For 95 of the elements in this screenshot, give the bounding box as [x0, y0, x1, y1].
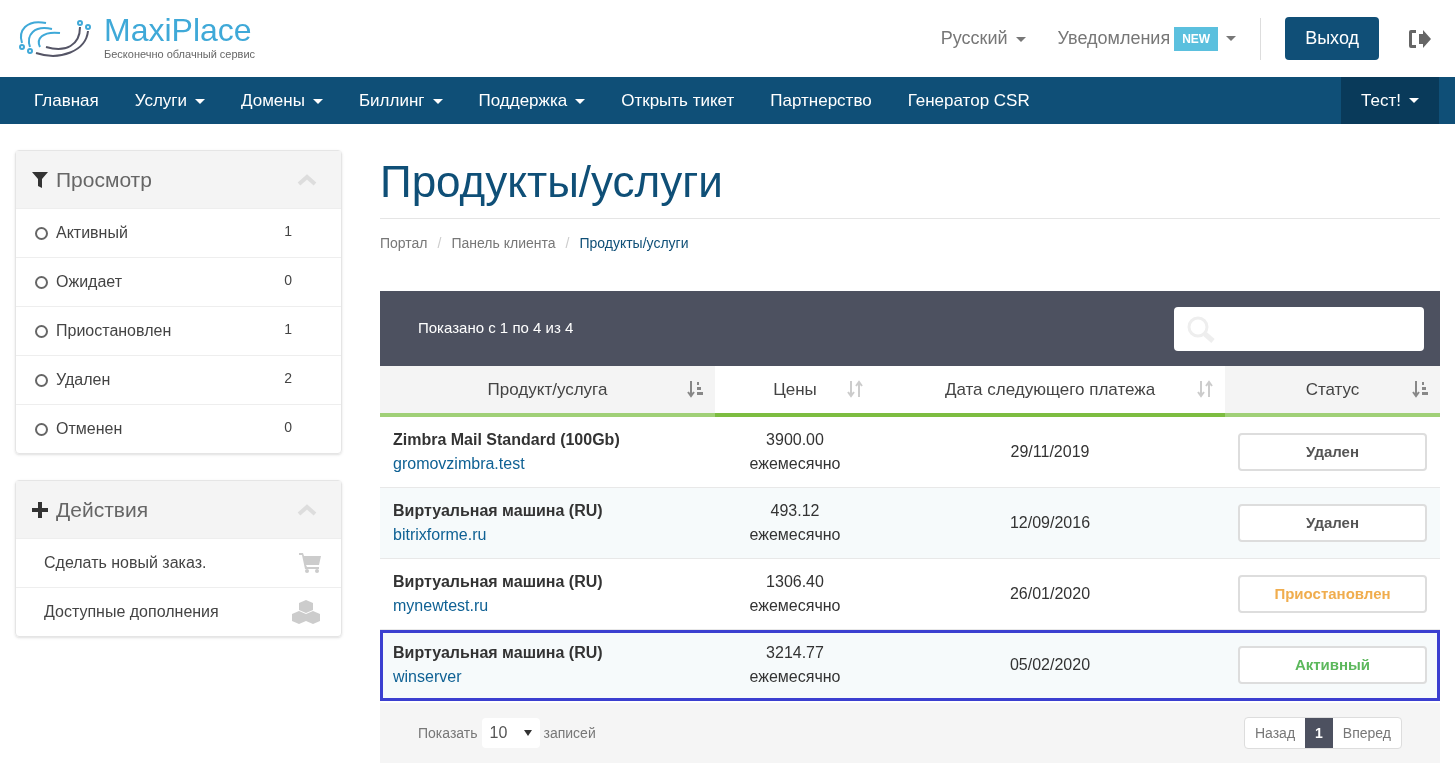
nav-item[interactable]: Биллинг [340, 87, 461, 114]
billing-cycle: ежемесячно [749, 454, 841, 474]
records-label: записей [543, 723, 596, 743]
logout-button[interactable]: Выход [1285, 17, 1379, 60]
nav-item[interactable]: Домены [223, 87, 341, 114]
nav-item[interactable]: Услуги [116, 87, 223, 114]
filter-label: Активный [56, 223, 128, 243]
breadcrumb-separator: / [437, 234, 442, 253]
cubes-icon [291, 600, 321, 624]
table-row[interactable]: Виртуальная машина (RU) bitrixforme.ru 493.12 ежемесячно 12/09/2016 Удален [380, 488, 1440, 559]
account-menu[interactable]: Тест! [1341, 77, 1439, 124]
caret-icon [1015, 36, 1026, 42]
price: 3214.77 [766, 643, 824, 663]
nav-item[interactable]: Главная [16, 87, 117, 114]
page-button[interactable]: 1 [1305, 718, 1333, 748]
billing-cycle: ежемесячно [749, 667, 841, 687]
price: 493.12 [770, 501, 820, 521]
status-label: Удален [1238, 433, 1427, 471]
plus-icon [32, 501, 48, 518]
payment-date: 26/01/2020 [1009, 584, 1091, 604]
sort-icon [847, 380, 863, 398]
product-name: Zimbra Mail Standard (100Gb) [393, 430, 621, 450]
filter-item[interactable]: Приостановлен 1 [16, 306, 341, 355]
domain-link[interactable]: mynewtest.ru [393, 594, 715, 618]
filter-label: Удален [56, 370, 111, 390]
breadcrumb-separator: / [565, 234, 570, 253]
nav-item[interactable]: Открыть тикет [603, 87, 753, 114]
filter-count: 0 [284, 271, 292, 290]
filter-item[interactable]: Удален 2 [16, 355, 341, 404]
breadcrumb-link[interactable]: Портал [380, 233, 428, 254]
radio-icon[interactable] [35, 422, 48, 436]
panel-title: Просмотр [56, 166, 152, 193]
action-label: Сделать новый заказ. [44, 553, 207, 573]
payment-date: 29/11/2019 [1010, 442, 1090, 462]
radio-icon[interactable] [35, 373, 48, 387]
breadcrumb-link[interactable]: Продукты/услуги [579, 233, 689, 254]
nav-item[interactable]: Поддержка [460, 87, 604, 114]
breadcrumb-link[interactable]: Панель клиента [451, 233, 556, 254]
product-name: Виртуальная машина (RU) [393, 643, 604, 663]
status-label: Активный [1238, 646, 1427, 684]
show-label: Показать [418, 723, 478, 743]
domain-link[interactable]: bitrixforme.ru [393, 523, 715, 547]
previous-page-button[interactable]: Назад [1244, 718, 1306, 748]
dropdown-icon [523, 730, 532, 736]
panel-title: Действия [56, 496, 148, 523]
price: 3900.00 [766, 430, 824, 450]
filter-item[interactable]: Отменен 0 [16, 404, 341, 453]
sort-icon [1197, 380, 1213, 398]
logo-name: MaxiPlace [104, 14, 253, 47]
filter-count: 2 [284, 369, 292, 388]
payment-date: 05/02/2020 [1009, 655, 1091, 675]
filter-label: Ожидает [56, 272, 122, 292]
records-info: Показано с 1 по 4 из 4 [418, 318, 574, 339]
logout-icon[interactable] [1407, 27, 1431, 50]
action-label: Доступные дополнения [44, 602, 219, 622]
notifications-label[interactable]: Уведомления [1057, 25, 1171, 52]
filter-count: 0 [284, 418, 292, 437]
filter-item[interactable]: Активный 1 [16, 208, 341, 257]
nav-item[interactable]: Генератор CSR [889, 87, 1048, 114]
language-menu[interactable]: Русский [940, 25, 1026, 52]
price: 1306.40 [766, 572, 824, 592]
radio-icon[interactable] [35, 324, 48, 338]
filter-item[interactable]: Ожидает 0 [16, 257, 341, 306]
payment-date: 12/09/2016 [1009, 513, 1091, 533]
action-item[interactable]: Доступные дополнения [16, 587, 341, 636]
new-badge: NEW [1174, 26, 1219, 51]
domain-link[interactable]: gromovzimbra.test [393, 452, 715, 476]
filter-label: Приостановлен [56, 321, 172, 341]
page-title: Продукты/услуги [380, 156, 724, 208]
filter-count: 1 [284, 320, 292, 339]
domain-link[interactable]: winserver [393, 665, 715, 689]
column-header[interactable]: Статус [1225, 366, 1440, 417]
logo-tagline: Бесконечно облачный сервис [104, 47, 256, 63]
billing-cycle: ежемесячно [749, 525, 841, 545]
filter-label: Отменен [56, 419, 123, 439]
caret-icon [1226, 36, 1237, 41]
radio-icon[interactable] [35, 226, 48, 240]
table-row[interactable]: Виртуальная машина (RU) winserver 3214.77 ежемесячно 05/02/2020 Активный [380, 630, 1440, 701]
status-label: Приостановлен [1238, 575, 1427, 613]
filter-count: 1 [284, 222, 292, 241]
cart-icon [299, 553, 321, 573]
billing-cycle: ежемесячно [749, 596, 841, 616]
product-name: Виртуальная машина (RU) [393, 572, 604, 592]
next-page-button[interactable]: Вперед [1332, 718, 1401, 748]
filter-icon [32, 171, 48, 188]
nav-item[interactable]: Партнерство [752, 87, 890, 114]
column-header[interactable]: Продукт/услуга [380, 366, 715, 417]
search-field[interactable] [1174, 306, 1424, 351]
page-size-select[interactable]: 10 [481, 718, 540, 748]
action-item[interactable]: Сделать новый заказ. [16, 538, 341, 587]
sort-icon [1412, 380, 1428, 398]
radio-icon[interactable] [35, 275, 48, 289]
product-name: Виртуальная машина (RU) [393, 501, 604, 521]
status-label: Удален [1238, 504, 1427, 542]
sort-icon [687, 380, 703, 398]
